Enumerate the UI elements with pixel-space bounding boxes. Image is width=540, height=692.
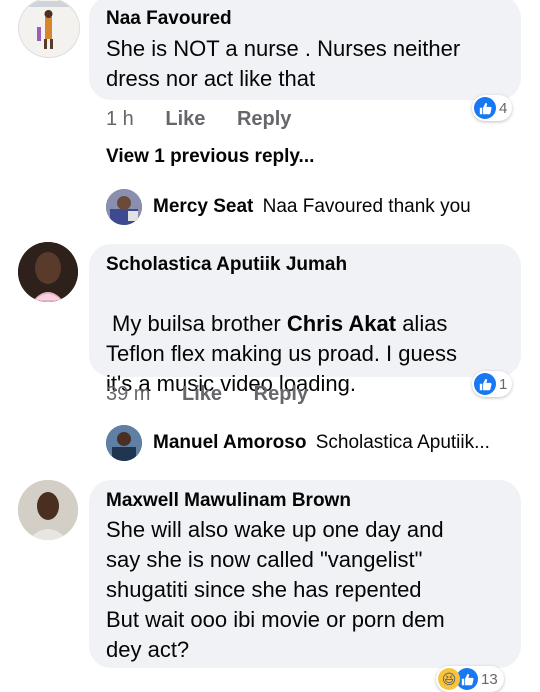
comment-meta: 39 m Like Reply [106, 383, 308, 406]
reaction-summary[interactable]: 😆 13 [436, 666, 504, 692]
reaction-count: 1 [499, 375, 508, 393]
reply-author[interactable]: Manuel Amoroso [153, 432, 306, 453]
like-button[interactable]: Like [182, 383, 222, 405]
comment-author[interactable]: Maxwell Mawulinam Brown [106, 490, 351, 512]
comment-text: She is NOT a nurse . Nurses neither dres… [106, 36, 461, 91]
avatar-image [18, 480, 78, 540]
view-previous-replies-link[interactable]: View 1 previous reply... [106, 146, 314, 168]
comment-time[interactable]: 39 m [106, 383, 150, 405]
avatar-image [106, 189, 142, 225]
reply-author[interactable]: Mercy Seat [153, 196, 253, 217]
reply-text: Scholastica Aputiik... [315, 432, 490, 453]
comment-text-part: My builsa brother [112, 311, 287, 336]
mentioned-user[interactable]: Chris Akat [287, 311, 396, 336]
thumbs-up-icon [474, 97, 496, 119]
comment-author[interactable]: Scholastica Aputiik Jumah [106, 254, 347, 276]
comment-meta: 1 h Like Reply [106, 108, 291, 131]
comment-text: She will also wake up one day and say sh… [106, 517, 445, 662]
reaction-count: 4 [499, 99, 508, 117]
like-button[interactable]: Like [165, 108, 205, 130]
thumbs-up-icon [474, 373, 496, 395]
avatar-manuel-amoroso[interactable] [106, 425, 142, 461]
avatar-mercy-seat[interactable] [106, 189, 142, 225]
laughing-emoji-icon: 😆 [438, 668, 460, 690]
comment-text: My builsa brother Chris Akat alias Teflo… [106, 279, 457, 399]
reply-text: Naa Favoured thank you [262, 196, 471, 217]
avatar-naa-favoured[interactable] [18, 0, 80, 58]
comment-author[interactable]: Naa Favoured [106, 8, 232, 30]
avatar-maxwell[interactable] [18, 480, 78, 540]
avatar-scholastica[interactable] [18, 242, 78, 302]
avatar-image [19, 0, 79, 57]
reply-button[interactable]: Reply [237, 108, 291, 130]
reply-row: Mercy Seat Naa Favoured thank you [153, 196, 471, 218]
avatar-image [18, 242, 78, 302]
reaction-summary[interactable]: 1 [472, 371, 513, 397]
reaction-count: 13 [481, 670, 498, 688]
reply-button[interactable]: Reply [254, 383, 308, 405]
avatar-image [106, 425, 142, 461]
reaction-summary[interactable]: 4 [472, 95, 513, 121]
comment-time[interactable]: 1 h [106, 108, 134, 130]
reply-row: Manuel Amoroso Scholastica Aputiik... [153, 432, 490, 454]
